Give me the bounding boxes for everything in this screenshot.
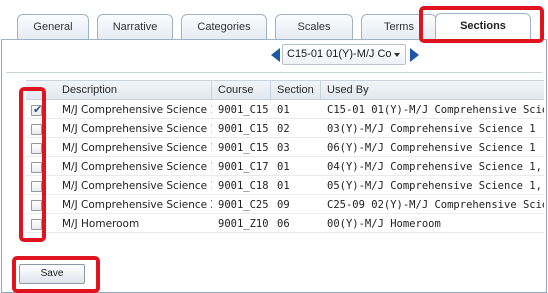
- column-header-description[interactable]: Description: [26, 81, 212, 100]
- cell-description: M/J Comprehensive Science 1: [62, 123, 212, 135]
- cell-description: M/J Comprehensive Science 1,: [62, 180, 212, 192]
- tab-strip: General Narrative Categories Scales Term…: [1, 0, 547, 40]
- cell-course: 9001_Z10: [218, 218, 269, 230]
- cell-description: M/J Comprehensive Science 1,: [62, 161, 212, 173]
- cell-used-by: 06(Y)-M/J Comprehensive Science 1: [327, 142, 536, 154]
- table-header: Description Course Section Used By: [26, 80, 544, 100]
- column-header-course[interactable]: Course: [212, 81, 271, 100]
- table-row[interactable]: M/J Comprehensive Science 1, 9001_C18 01 05…: [26, 177, 544, 195]
- tab-narrative[interactable]: Narrative: [97, 14, 173, 39]
- table-row[interactable]: M/J Comprehensive Science 1 9001_C15 01 C15…: [26, 101, 544, 119]
- section-select-value: C15-01 01(Y)-M/J Co: [287, 48, 392, 60]
- cell-used-by: 05(Y)-M/J Comprehensive Science 1,: [327, 180, 542, 192]
- table-row[interactable]: M/J Comprehensive Science 1 9001_C15 02 03(…: [26, 120, 544, 138]
- cell-section: 02: [277, 123, 290, 135]
- cell-section: 01: [277, 180, 290, 192]
- save-button[interactable]: Save: [19, 264, 85, 284]
- cell-description: M/J Homeroom: [62, 218, 140, 230]
- row-checkbox[interactable]: [31, 124, 42, 135]
- tab-terms[interactable]: Terms: [361, 14, 437, 39]
- table-row[interactable]: M/J Comprehensive Science 2 9001_C25 09 C25…: [26, 196, 544, 214]
- cell-used-by: C15-01 01(Y)-M/J Comprehensive Science 1: [327, 104, 544, 116]
- row-checkbox[interactable]: [31, 162, 42, 173]
- cell-section: 09: [277, 199, 290, 211]
- column-header-section[interactable]: Section: [271, 81, 321, 100]
- table-row[interactable]: M/J Comprehensive Science 1 9001_C15 03 06(…: [26, 139, 544, 157]
- cell-description: M/J Comprehensive Science 2: [62, 199, 212, 211]
- cell-used-by: C25-09 02(Y)-M/J Comprehensive Science 2: [327, 199, 544, 211]
- section-select[interactable]: C15-01 01(Y)-M/J Co: [282, 44, 406, 65]
- cell-course: 9001_C18: [218, 180, 269, 192]
- cell-description: M/J Comprehensive Science 1: [62, 142, 212, 154]
- cell-course: 9001_C25: [218, 199, 269, 211]
- cell-description: M/J Comprehensive Science 1: [62, 104, 212, 116]
- cell-used-by: 03(Y)-M/J Comprehensive Science 1: [327, 123, 536, 135]
- table-row[interactable]: M/J Comprehensive Science 1, 9001_C17 01 04…: [26, 158, 544, 176]
- cell-section: 01: [277, 161, 290, 173]
- cell-used-by: 00(Y)-M/J Homeroom: [327, 218, 441, 230]
- cell-course: 9001_C17: [218, 161, 269, 173]
- tab-categories[interactable]: Categories: [181, 14, 267, 39]
- row-checkbox[interactable]: [31, 143, 42, 154]
- cell-course: 9001_C15: [218, 123, 269, 135]
- next-section-arrow-icon[interactable]: [410, 48, 419, 62]
- tab-general[interactable]: General: [17, 14, 89, 39]
- cell-used-by: 04(Y)-M/J Comprehensive Science 1,: [327, 161, 542, 173]
- tab-scales[interactable]: Scales: [275, 14, 353, 39]
- cell-section: 01: [277, 104, 290, 116]
- row-checkbox[interactable]: [31, 181, 42, 192]
- column-header-used-by[interactable]: Used By: [321, 81, 544, 100]
- cell-course: 9001_C15: [218, 142, 269, 154]
- row-checkbox[interactable]: [31, 219, 42, 230]
- cell-course: 9001_C15: [218, 104, 269, 116]
- section-navigator: C15-01 01(Y)-M/J Co: [0, 40, 548, 68]
- previous-section-arrow-icon[interactable]: [271, 48, 280, 62]
- checkmark-icon: ✔: [33, 103, 43, 116]
- cell-section: 03: [277, 142, 290, 154]
- table-row[interactable]: M/J Homeroom 9001_Z10 06 00(Y)-M/J Homeroom: [26, 215, 544, 233]
- tab-sections[interactable]: Sections: [435, 13, 531, 40]
- row-checkbox[interactable]: ✔: [31, 103, 43, 116]
- row-checkbox[interactable]: [31, 200, 42, 211]
- chevron-down-icon: [394, 53, 400, 57]
- cell-section: 06: [277, 218, 290, 230]
- divider: [6, 72, 542, 73]
